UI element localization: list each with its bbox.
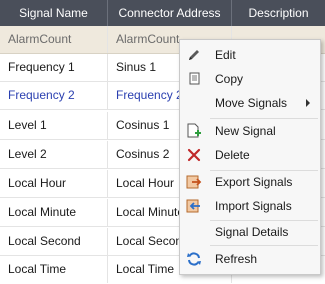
menu-item-copy[interactable]: Copy xyxy=(180,67,320,91)
menu-item-label: Export Signals xyxy=(215,175,293,189)
column-header-connector-address[interactable]: Connector Address xyxy=(108,0,232,26)
delete-x-icon xyxy=(187,148,201,162)
cell-signal-name: Level 2 xyxy=(0,141,108,168)
menu-item-label: New Signal xyxy=(215,124,276,138)
cell-signal-name: Frequency 2 xyxy=(0,82,108,109)
menu-item-import-signals[interactable]: Import Signals xyxy=(180,194,320,218)
cell-signal-name: Frequency 1 xyxy=(0,54,108,81)
menu-item-label: Move Signals xyxy=(215,96,288,110)
menu-item-signal-details[interactable]: Signal Details xyxy=(180,220,320,244)
menu-separator xyxy=(210,245,318,246)
column-header-description[interactable]: Description xyxy=(232,0,325,26)
refresh-icon xyxy=(187,252,201,266)
menu-item-label: Import Signals xyxy=(215,199,292,213)
menu-item-label: Signal Details xyxy=(215,225,289,239)
context-menu: Edit Copy Move Signals New Signal Delete xyxy=(179,39,321,275)
submenu-arrow-icon xyxy=(306,99,310,107)
cell-signal-name: Level 1 xyxy=(0,112,108,139)
menu-item-label: Delete xyxy=(215,148,250,162)
import-icon xyxy=(186,199,200,213)
cell-signal-name: Local Minute xyxy=(0,199,108,226)
export-icon xyxy=(186,175,202,189)
menu-item-export-signals[interactable]: Export Signals xyxy=(180,170,320,194)
menu-item-refresh[interactable]: Refresh xyxy=(180,247,320,271)
column-header-signal-name[interactable]: Signal Name xyxy=(0,0,108,26)
cell-signal-name: Local Second xyxy=(0,228,108,255)
menu-item-delete[interactable]: Delete xyxy=(180,143,320,167)
new-document-icon xyxy=(187,123,201,138)
cell-signal-name: Local Hour xyxy=(0,170,108,197)
menu-item-label: Refresh xyxy=(215,252,258,266)
menu-item-label: Copy xyxy=(215,72,244,86)
pencil-icon xyxy=(189,50,199,60)
menu-item-new-signal[interactable]: New Signal xyxy=(180,119,320,143)
menu-item-move-signals[interactable]: Move Signals xyxy=(180,91,320,115)
filter-signal-name[interactable]: AlarmCount xyxy=(0,26,108,53)
menu-item-label: Edit xyxy=(215,48,236,62)
menu-item-edit[interactable]: Edit xyxy=(180,43,320,67)
copy-icon xyxy=(189,72,200,85)
